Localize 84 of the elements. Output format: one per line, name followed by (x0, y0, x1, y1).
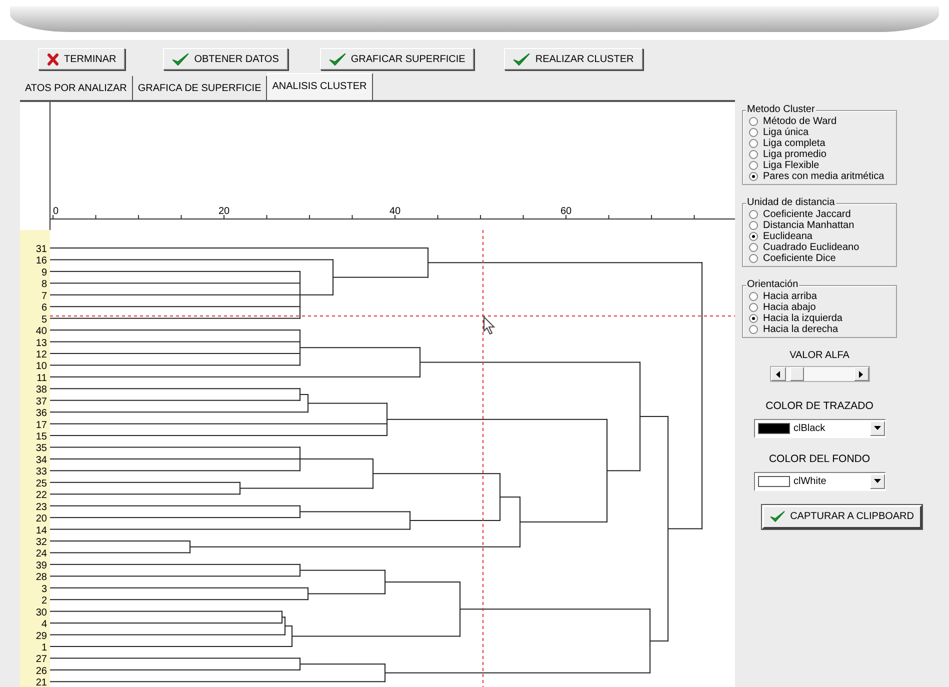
capture-button[interactable]: CAPTURAR A CLIPBOARD (762, 504, 922, 528)
slider-thumb[interactable] (790, 367, 804, 381)
dropdown-button[interactable] (870, 420, 884, 436)
checkmark-icon (328, 52, 346, 66)
leaf-label: 24 (36, 548, 47, 560)
checkmark-icon (513, 52, 530, 66)
leaf-label: 21 (36, 678, 47, 687)
leaf-label: 30 (36, 607, 47, 618)
radio-option[interactable]: Liga completa (749, 138, 826, 149)
leaf-label: 27 (36, 654, 47, 666)
left-arrow-icon (776, 370, 780, 378)
toolbar-button[interactable]: OBTENER DATOS (163, 48, 288, 70)
leaf-label: 29 (36, 630, 47, 642)
cross-icon (47, 52, 59, 66)
caret-icon (874, 426, 880, 430)
leaf-label: 39 (36, 560, 47, 572)
scroll-left-button[interactable] (770, 367, 786, 381)
leaf-label: 26 (36, 666, 47, 677)
leaf-label: 7 (41, 290, 47, 302)
leaf-label: 2 (41, 596, 47, 607)
leaf-label: 11 (36, 372, 47, 384)
leaf-label: 4 (41, 619, 47, 630)
pointer-icon (484, 316, 496, 335)
leaf-label: 8 (41, 279, 47, 290)
radio-option[interactable]: Liga promedio (749, 149, 826, 160)
leaf-label: 36 (36, 408, 47, 420)
radio-option[interactable]: Liga única (749, 127, 809, 138)
radio-option[interactable]: Liga Flexible (749, 160, 820, 171)
leaf-label: 33 (36, 466, 47, 478)
checkmark-icon (172, 52, 190, 66)
leaf-label: 23 (36, 502, 47, 513)
scroll-right-button[interactable] (854, 367, 868, 381)
scrollbar[interactable] (770, 366, 870, 382)
toolbar-button[interactable]: TERMINAR (38, 48, 126, 70)
leaf-label: 17 (36, 420, 47, 431)
axis-label: 20 (218, 206, 230, 217)
leaf-label: 37 (36, 396, 47, 408)
checkmark-icon (770, 510, 786, 523)
leaf-label: 34 (36, 454, 47, 466)
dropdown-button[interactable] (870, 474, 884, 488)
leaf-label: 13 (36, 338, 47, 349)
leaf-label: 16 (36, 256, 47, 267)
leaf-label: 1 (41, 642, 47, 654)
leaf-label: 40 (36, 326, 47, 338)
axis-label: 0 (53, 206, 59, 217)
radio-option[interactable]: Coeficiente Dice (749, 253, 836, 264)
toolbar-button[interactable]: GRAFICAR SUPERFICIE (320, 48, 474, 70)
leaf-label: 32 (36, 537, 47, 548)
leaf-label: 20 (36, 514, 47, 525)
leaf-label: 22 (36, 490, 47, 502)
leaf-label: 25 (36, 478, 47, 490)
leaf-label: 3 (41, 584, 47, 595)
leaf-label: 6 (41, 302, 47, 314)
leaf-label: 15 (36, 432, 47, 443)
axis-label: 40 (389, 206, 401, 217)
radio-option[interactable]: Hacia abajo (749, 302, 816, 313)
radio-option[interactable]: Método de Ward (749, 116, 837, 127)
radio-option[interactable]: Cuadrado Euclideano (749, 242, 860, 253)
caret-icon (874, 479, 880, 483)
color-dropdown[interactable]: clWhite (754, 472, 886, 490)
axis-label: 60 (560, 206, 572, 217)
leaf-label: 5 (41, 314, 47, 326)
leaf-label: 28 (36, 572, 47, 584)
radio-option[interactable]: Pares con media aritmética (749, 171, 884, 182)
leaf-label: 31 (36, 244, 47, 255)
leaf-label: 10 (36, 361, 47, 372)
leaf-label: 38 (36, 384, 47, 396)
radio-option[interactable]: Distancia Manhattan (749, 220, 854, 231)
leaf-label: 35 (36, 443, 47, 454)
toolbar-button[interactable]: REALIZAR CLUSTER (504, 48, 643, 70)
dropdown-label: COLOR DEL FONDO (768, 452, 872, 467)
slider-label: VALOR ALFA (788, 349, 850, 363)
right-arrow-icon (859, 370, 863, 378)
radio-option[interactable]: Coeficiente Jaccard (749, 209, 851, 220)
radio-option[interactable]: Euclideana (749, 231, 812, 242)
tab[interactable]: ANALISIS CLUSTER (267, 73, 373, 100)
leaf-label: 14 (36, 525, 47, 536)
leaf-label: 9 (41, 267, 47, 278)
radio-option[interactable]: Hacia arriba (749, 291, 817, 302)
radio-option[interactable]: Hacia la derecha (749, 324, 838, 335)
dropdown-label: COLOR DE TRAZADO (764, 399, 874, 414)
color-dropdown[interactable]: clBlack (754, 418, 886, 438)
radio-option[interactable]: Hacia la izquierda (749, 313, 842, 324)
leaf-label: 12 (36, 349, 47, 360)
